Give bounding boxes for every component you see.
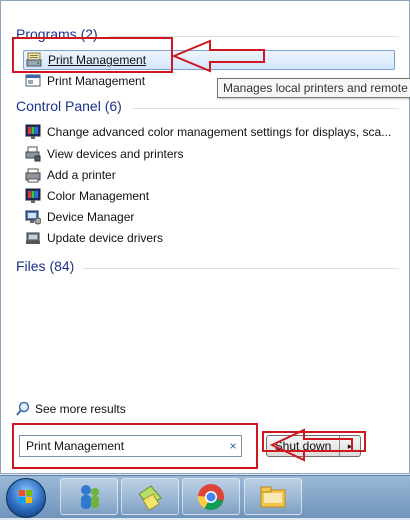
- result-device-manager[interactable]: Device Manager: [25, 207, 393, 227]
- result-add-printer[interactable]: Add a printer: [25, 165, 393, 185]
- start-orb[interactable]: [6, 478, 46, 518]
- taskbar-notes-app[interactable]: [121, 478, 179, 515]
- device-driver-icon: [25, 230, 41, 246]
- taskbar-people-app[interactable]: [60, 478, 118, 515]
- result-update-drivers[interactable]: Update device drivers: [25, 228, 393, 248]
- devices-printers-icon: [25, 146, 41, 162]
- chrome-icon: [197, 483, 224, 510]
- windows-logo-icon: [19, 490, 32, 503]
- highlight-box-search: [12, 423, 258, 469]
- group-header-control-panel[interactable]: Control Panel (6): [16, 98, 122, 114]
- result-color-management[interactable]: Color Management: [25, 186, 393, 206]
- result-label: Update device drivers: [47, 231, 164, 245]
- group-divider: [133, 108, 399, 109]
- result-label: Add a printer: [47, 168, 116, 182]
- file-explorer-icon: [260, 486, 286, 507]
- result-label: View devices and printers: [47, 147, 184, 161]
- device-manager-icon: [25, 209, 42, 225]
- highlight-box-result: [12, 37, 173, 73]
- result-color-settings[interactable]: Change advanced color management setting…: [25, 122, 393, 142]
- add-printer-icon: [25, 167, 41, 183]
- annotation-arrow-icon: [172, 39, 265, 73]
- monitor-color-icon: [25, 188, 41, 204]
- notes-app-icon: [138, 484, 162, 511]
- group-divider: [83, 268, 399, 269]
- monitor-color-icon: [25, 124, 41, 140]
- people-app-icon: [81, 484, 99, 509]
- group-header-files[interactable]: Files (84): [16, 258, 74, 274]
- search-icon: [15, 401, 31, 417]
- see-more-results-link[interactable]: See more results: [15, 401, 126, 417]
- result-devices-printers[interactable]: View devices and printers: [25, 144, 393, 164]
- tooltip: Manages local printers and remote: [217, 78, 410, 98]
- taskbar-file-explorer[interactable]: [244, 478, 302, 515]
- taskbar-chrome[interactable]: [182, 478, 240, 515]
- result-label: Device Manager: [47, 210, 135, 224]
- see-more-label: See more results: [35, 402, 126, 416]
- result-label: Change advanced color management setting…: [47, 125, 392, 139]
- print-management-icon: [25, 73, 41, 89]
- annotation-arrow-icon: [270, 428, 353, 462]
- result-label: Print Management: [47, 74, 146, 88]
- result-label: Color Management: [47, 189, 150, 203]
